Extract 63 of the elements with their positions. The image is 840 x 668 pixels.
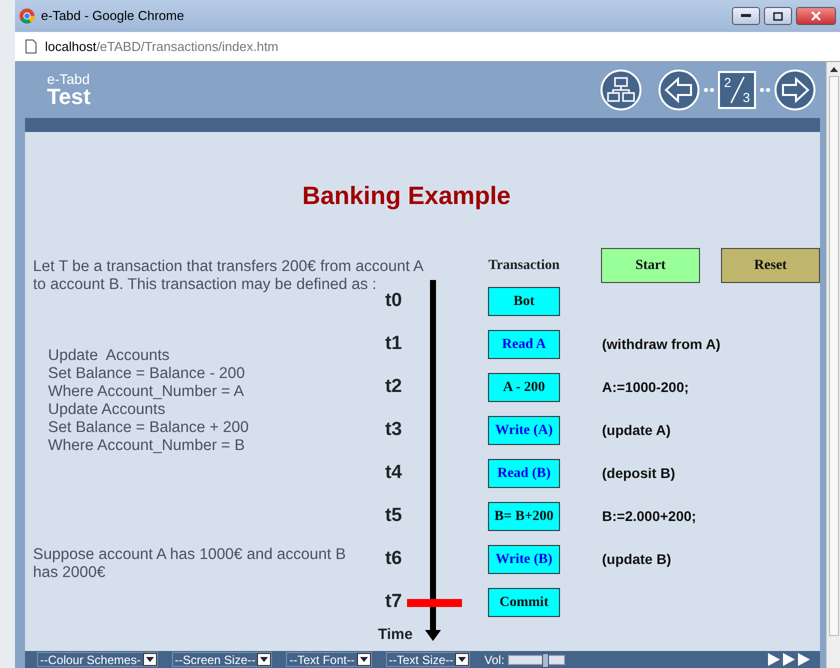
operation-button[interactable]: A - 200 <box>488 373 560 402</box>
app-title: Test <box>47 86 91 108</box>
caret-icon <box>356 653 371 666</box>
dropdown[interactable]: --Screen Size-- <box>172 652 272 667</box>
operation-note: A:=1000-200; <box>601 378 690 397</box>
operation-note: (update A) <box>601 421 672 440</box>
caret-icon <box>257 653 272 666</box>
time-label: t4 <box>385 461 403 486</box>
maximize-button[interactable] <box>764 7 792 25</box>
code-line: Where Account_Number = B <box>48 437 246 455</box>
time-label: t7 <box>385 590 403 614</box>
column-heading: Transaction <box>488 257 560 275</box>
close-icon <box>811 11 821 21</box>
operation-button[interactable]: Write (A) <box>488 416 560 445</box>
operation-note: (update B) <box>601 550 672 569</box>
address-url[interactable]: localhost/eTABD/Transactions/index.htm <box>45 36 278 56</box>
maximize-icon <box>773 12 783 20</box>
page-heading: Banking Example <box>301 181 512 212</box>
code-line: Where Account_Number = A <box>48 383 246 401</box>
operation-button[interactable]: Bot <box>488 287 560 316</box>
dropdown[interactable]: --Colour Schemes- <box>37 652 158 667</box>
operation-button[interactable]: Commit <box>488 588 560 617</box>
back-button[interactable] <box>658 69 700 111</box>
operation-button[interactable]: B= B+200 <box>488 502 560 531</box>
operation-button[interactable]: Read (B) <box>488 459 560 488</box>
app-subtitle: e-Tabd <box>47 72 91 86</box>
separator-dots-icon <box>704 88 714 92</box>
window-title: e-Tabd - Google Chrome <box>41 7 184 26</box>
browser-logo-icon <box>19 8 35 24</box>
axis-label: Time <box>378 626 413 644</box>
code-line: Set Balance = Balance - 200 <box>48 365 246 383</box>
operation-note: B:=2.000+200; <box>601 507 698 526</box>
separator-dots-icon <box>760 88 770 92</box>
forward-button[interactable] <box>774 69 816 111</box>
fast-forward-icon[interactable] <box>768 653 812 666</box>
page-icon <box>25 39 37 54</box>
dropdown[interactable]: --Text Font-- <box>286 652 372 667</box>
caret-icon <box>142 653 157 666</box>
operation-button[interactable]: Write (B) <box>488 545 560 574</box>
start-button[interactable]: Start <box>601 248 700 283</box>
sitemap-button[interactable] <box>600 69 642 111</box>
reset-button[interactable]: Reset <box>721 248 820 283</box>
code-line: Update Accounts <box>48 401 166 419</box>
minimize-icon <box>741 14 751 18</box>
page-indicator: 2 3 <box>718 71 756 109</box>
scroll-up-icon[interactable] <box>830 66 838 72</box>
caret-icon <box>455 653 470 666</box>
operation-button[interactable]: Read A <box>488 330 560 359</box>
dropdown[interactable]: --Text Size-- <box>386 652 470 667</box>
time-label: t1 <box>385 332 403 356</box>
operation-note: (withdraw from A) <box>601 335 722 354</box>
time-label: t2 <box>385 375 403 400</box>
code-line: Update Accounts <box>48 347 170 365</box>
time-label: t6 <box>385 547 403 572</box>
note-text: Suppose account A has 1000€ and account B has 2000€ <box>33 546 347 582</box>
time-label: t5 <box>385 504 403 528</box>
volume-label: Vol: <box>484 652 504 668</box>
code-line: Set Balance = Balance + 200 <box>48 419 250 437</box>
minimize-button[interactable] <box>732 7 760 25</box>
close-button[interactable] <box>796 7 836 25</box>
time-label: t3 <box>385 418 403 442</box>
operation-note: (deposit B) <box>601 464 676 483</box>
scrollbar[interactable] <box>826 62 840 668</box>
